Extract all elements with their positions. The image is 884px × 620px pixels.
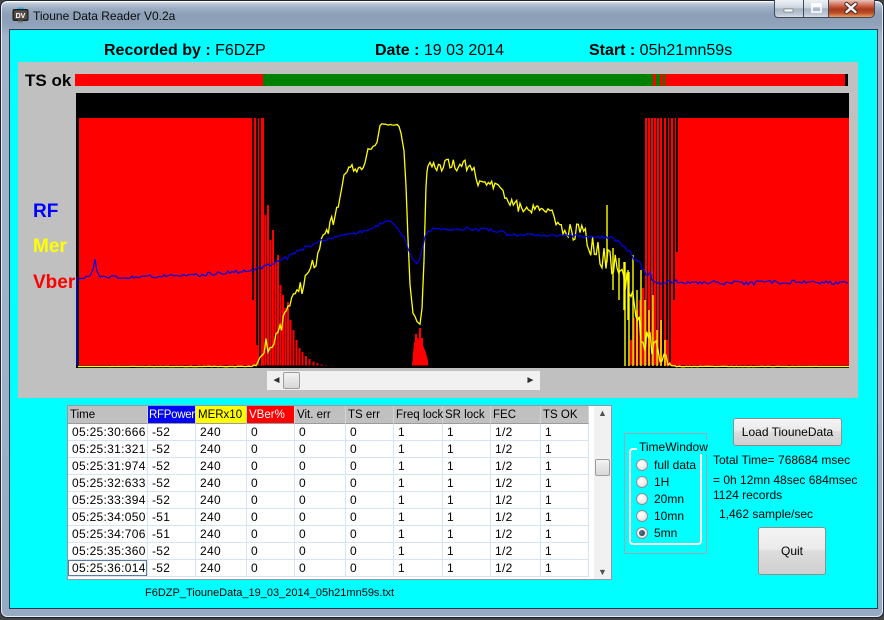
svg-text:DV: DV [16,13,26,20]
